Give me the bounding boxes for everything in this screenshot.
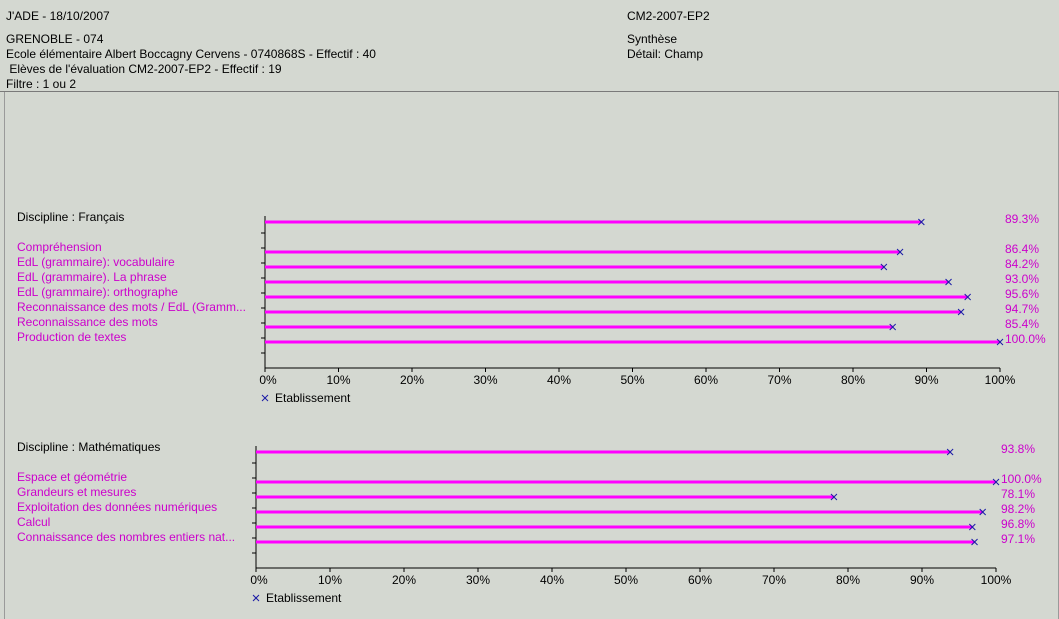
value-label: 78.1% (1001, 487, 1035, 501)
x-tick-label: 10% (326, 373, 350, 387)
value-label: 84.2% (1005, 257, 1039, 271)
x-tick-label: 70% (762, 573, 786, 587)
value-label: 97.1% (1001, 532, 1035, 546)
value-label: 93.0% (1005, 272, 1039, 286)
charts-area: Discipline : Français 89.3% Compréhension 8… (17, 210, 1046, 605)
total-value-label: 89.3% (1005, 212, 1039, 226)
category-label: Calcul (17, 515, 50, 529)
category-label: EdL (grammaire): vocabulaire (17, 255, 175, 269)
x-tick-label: 20% (400, 373, 424, 387)
x-tick-label: 60% (694, 373, 718, 387)
x-tick-label: 20% (392, 573, 416, 587)
value-label: 96.8% (1001, 517, 1035, 531)
x-tick-label: 40% (547, 373, 571, 387)
category-label: Grandeurs et mesures (17, 485, 136, 499)
value-label: 85.4% (1005, 317, 1039, 331)
x-tick-label: 10% (318, 573, 342, 587)
x-tick-label: 90% (910, 573, 934, 587)
chart-title: Discipline : Français (17, 210, 124, 224)
x-tick-label: 100% (981, 573, 1012, 587)
category-label: EdL (grammaire): orthographe (17, 285, 178, 299)
legend-marker (261, 394, 269, 402)
x-tick-label: 70% (767, 373, 791, 387)
chart-title: Discipline : Mathématiques (17, 440, 160, 454)
category-label: Espace et géométrie (17, 470, 127, 484)
x-tick-label: 80% (836, 573, 860, 587)
x-tick-label: 60% (688, 573, 712, 587)
x-tick-label: 100% (985, 373, 1016, 387)
x-tick-label: 30% (473, 373, 497, 387)
category-label: Compréhension (17, 240, 102, 254)
value-label: 95.6% (1005, 287, 1039, 301)
value-label: 86.4% (1005, 242, 1039, 256)
category-label: EdL (grammaire). La phrase (17, 270, 167, 284)
x-tick-label: 50% (620, 373, 644, 387)
legend-label: Etablissement (266, 591, 342, 605)
x-tick-label: 90% (914, 373, 938, 387)
x-tick-label: 40% (540, 573, 564, 587)
x-tick-label: 30% (466, 573, 490, 587)
value-label: 100.0% (1005, 332, 1046, 346)
total-value-label: 93.8% (1001, 442, 1035, 456)
value-label: 98.2% (1001, 502, 1035, 516)
category-label: Reconnaissance des mots (17, 315, 158, 329)
value-label: 94.7% (1005, 302, 1039, 316)
legend-label: Etablissement (275, 391, 351, 405)
category-label: Connaissance des nombres entiers nat... (17, 530, 235, 544)
value-label: 100.0% (1001, 472, 1042, 486)
x-tick-label: 50% (614, 573, 638, 587)
x-tick-label: 0% (259, 373, 277, 387)
x-tick-label: 0% (250, 573, 268, 587)
category-label: Production de textes (17, 330, 126, 344)
category-label: Exploitation des données numériques (17, 500, 217, 514)
category-label: Reconnaissance des mots / EdL (Gramm... (17, 300, 246, 314)
legend-marker (252, 594, 260, 602)
x-tick-label: 80% (841, 373, 865, 387)
